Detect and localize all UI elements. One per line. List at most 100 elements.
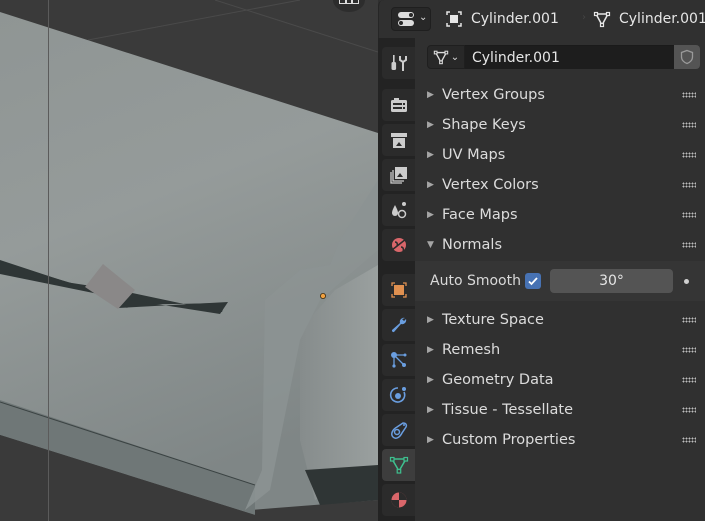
object-origin-point[interactable] xyxy=(319,292,326,299)
tab-output[interactable] xyxy=(382,124,415,156)
chevron-down-icon: ⌄ xyxy=(450,51,460,63)
tab-constraints[interactable] xyxy=(382,414,415,446)
panel-label: Texture Space xyxy=(442,312,544,328)
viewport-scene[interactable] xyxy=(0,0,378,521)
breadcrumb-object[interactable]: Cylinder.001 xyxy=(445,8,559,30)
keyframe-dot-icon[interactable] xyxy=(684,279,689,284)
panel-vertex-groups[interactable]: ▶ Vertex Groups xyxy=(415,80,705,110)
drag-handle-icon[interactable] xyxy=(682,347,696,353)
scene-icon xyxy=(391,202,406,219)
disclosure-collapsed-icon: ▶ xyxy=(427,180,434,190)
wrench-icon xyxy=(391,317,406,333)
disclosure-collapsed-icon: ▶ xyxy=(427,210,434,220)
normals-panel-body: Auto Smooth 30° xyxy=(415,261,705,301)
drag-handle-icon[interactable] xyxy=(682,377,696,383)
mesh-data-icon xyxy=(389,456,408,474)
properties-tabs xyxy=(378,38,415,521)
disclosure-collapsed-icon: ▶ xyxy=(427,435,434,445)
panel-vertex-colors[interactable]: ▶ Vertex Colors xyxy=(415,170,705,200)
disclosure-collapsed-icon: ▶ xyxy=(427,120,434,130)
panel-shape-keys[interactable]: ▶ Shape Keys xyxy=(415,110,705,140)
datablock-selector: ⌄ Cylinder.001 xyxy=(427,45,700,69)
panel-uv-maps[interactable]: ▶ UV Maps xyxy=(415,140,705,170)
disclosure-collapsed-icon: ▶ xyxy=(427,345,434,355)
constraints-icon xyxy=(390,422,407,439)
breadcrumb-object-name: Cylinder.001 xyxy=(471,11,559,27)
world-icon xyxy=(391,238,406,252)
tab-material[interactable] xyxy=(382,484,415,516)
editor-type-button[interactable]: ⌄ xyxy=(391,7,431,31)
panel-label: UV Maps xyxy=(442,147,506,163)
panel-normals[interactable]: ▼ Normals xyxy=(415,230,705,260)
tab-data[interactable] xyxy=(382,449,415,481)
panel-label: Normals xyxy=(442,237,503,253)
grid-line xyxy=(87,0,301,41)
drag-handle-icon[interactable] xyxy=(682,407,696,413)
panel-face-maps[interactable]: ▶ Face Maps xyxy=(415,200,705,230)
drag-handle-icon[interactable] xyxy=(682,182,696,188)
output-icon xyxy=(390,133,407,148)
panel-custom-properties[interactable]: ▶ Custom Properties xyxy=(415,425,705,455)
tab-modifiers[interactable] xyxy=(382,309,415,341)
tab-physics[interactable] xyxy=(382,379,415,411)
tab-tool[interactable] xyxy=(382,47,415,79)
disclosure-collapsed-icon: ▶ xyxy=(427,315,434,325)
panel-tissue-tessellate[interactable]: ▶ Tissue - Tessellate xyxy=(415,395,705,425)
panel-label: Face Maps xyxy=(442,207,518,223)
panel-label: Vertex Groups xyxy=(442,87,545,103)
disclosure-collapsed-icon: ▶ xyxy=(427,375,434,385)
tab-particles[interactable] xyxy=(382,344,415,376)
drag-handle-icon[interactable] xyxy=(682,212,696,218)
breadcrumb-separator: › xyxy=(582,12,586,23)
drag-handle-icon[interactable] xyxy=(682,92,696,98)
disclosure-expanded-icon: ▼ xyxy=(427,240,434,250)
auto-smooth-label: Auto Smooth xyxy=(430,273,521,289)
material-icon xyxy=(391,492,406,508)
panel-remesh[interactable]: ▶ Remesh xyxy=(415,335,705,365)
mesh-data-icon xyxy=(593,11,611,28)
browse-mesh-button[interactable]: ⌄ xyxy=(427,45,465,69)
view-layer-icon xyxy=(389,167,407,184)
tab-world[interactable] xyxy=(382,229,415,261)
drag-handle-icon[interactable] xyxy=(682,437,696,443)
tab-object[interactable] xyxy=(382,274,415,306)
panel-texture-space[interactable]: ▶ Texture Space xyxy=(415,305,705,335)
physics-icon xyxy=(389,387,406,403)
panel-label: Vertex Colors xyxy=(442,177,539,193)
panel-geometry-data[interactable]: ▶ Geometry Data xyxy=(415,365,705,395)
checkmark-icon xyxy=(528,277,538,286)
tab-render[interactable] xyxy=(382,89,415,121)
3d-viewport[interactable] xyxy=(0,0,378,521)
panel-label: Shape Keys xyxy=(442,117,526,133)
breadcrumb-mesh-name: Cylinder.001 xyxy=(619,11,705,27)
particles-icon xyxy=(390,352,406,368)
disclosure-collapsed-icon: ▶ xyxy=(427,150,434,160)
panel-label: Custom Properties xyxy=(442,432,576,448)
breadcrumb-mesh[interactable]: Cylinder.001 xyxy=(593,8,705,30)
render-icon xyxy=(390,98,407,112)
properties-editor: ⌄ Cylinder.001 › Cylinder.001 ⌄ Cylinder… xyxy=(378,0,705,521)
mesh-data-icon xyxy=(433,50,448,65)
drag-handle-icon[interactable] xyxy=(682,122,696,128)
properties-header: ⌄ Cylinder.001 › Cylinder.001 xyxy=(378,0,705,38)
panel-label: Geometry Data xyxy=(442,372,554,388)
tab-scene[interactable] xyxy=(382,194,415,226)
mesh-name-field[interactable]: Cylinder.001 xyxy=(465,45,674,69)
drag-handle-icon[interactable] xyxy=(682,152,696,158)
disclosure-collapsed-icon: ▶ xyxy=(427,90,434,100)
drag-handle-icon[interactable] xyxy=(682,317,696,323)
auto-smooth-checkbox[interactable] xyxy=(525,273,541,289)
auto-smooth-angle-field[interactable]: 30° xyxy=(550,269,673,293)
tool-icon xyxy=(391,55,407,71)
tab-view-layer[interactable] xyxy=(382,159,415,191)
properties-content: ⌄ Cylinder.001 ▶ Vertex Groups ▶ Shape Keys… xyxy=(415,38,705,521)
shield-icon xyxy=(680,49,694,65)
object-icon xyxy=(446,11,462,27)
drag-handle-icon[interactable] xyxy=(682,242,696,248)
panel-label: Remesh xyxy=(442,342,501,358)
grid-view-icon xyxy=(339,0,359,4)
fake-user-button[interactable] xyxy=(674,45,700,69)
panel-label: Tissue - Tessellate xyxy=(442,402,574,418)
chevron-down-icon: ⌄ xyxy=(419,12,428,23)
properties-editor-icon xyxy=(398,12,414,26)
